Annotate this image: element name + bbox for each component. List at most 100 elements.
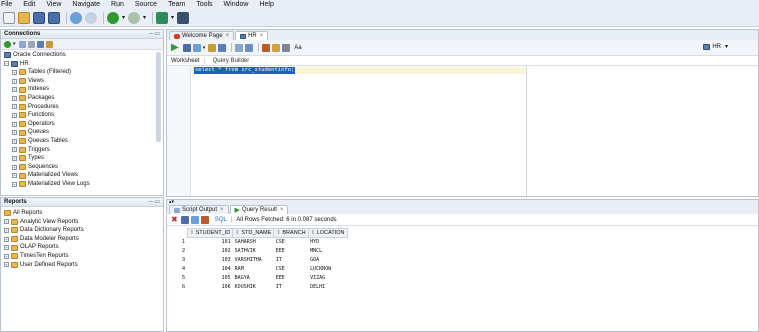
forward-icon[interactable] (128, 11, 141, 24)
menu-team[interactable]: Team (168, 1, 185, 8)
expand-icon[interactable]: + (12, 164, 17, 170)
sql-text[interactable]: select * from src_studentinfo; (194, 67, 296, 74)
save-icon[interactable] (33, 11, 45, 24)
cell-std-name[interactable]: SAHARSH (233, 238, 274, 247)
tree-item-analytic-view-reports[interactable]: + Analytic View Reports (4, 218, 163, 227)
expand-icon[interactable]: + (12, 121, 17, 127)
tree-item-materialized-views[interactable]: + Materialized Views (4, 171, 163, 180)
format-icon[interactable] (272, 43, 281, 52)
panel-minimize-icon[interactable]: – ▭ (149, 198, 160, 207)
cell-location[interactable]: HYD (308, 238, 347, 247)
tab-welcome-page[interactable]: Welcome Page × (169, 31, 235, 40)
cell-std-name[interactable]: RAM (233, 265, 274, 274)
menu-view[interactable]: View (46, 1, 61, 8)
menu-edit[interactable]: Edit (23, 1, 35, 8)
open-folder-icon[interactable] (18, 11, 30, 24)
expand-icon[interactable]: + (12, 95, 17, 101)
table-row[interactable]: 5 105 BAGYA EEE VIZAG (175, 274, 347, 283)
pin-icon[interactable]: ✖ (171, 215, 178, 224)
cell-student-id[interactable]: 102 (187, 247, 233, 256)
cell-branch[interactable]: IT (274, 256, 308, 265)
sql-tuning-icon[interactable] (245, 43, 254, 52)
expand-icon[interactable]: + (4, 245, 9, 251)
expand-icon[interactable]: + (4, 262, 9, 268)
cell-branch[interactable]: IT (274, 283, 308, 292)
tree-item-timesten-reports[interactable]: + TimesTen Reports (4, 252, 163, 261)
cell-student-id[interactable]: 103 (187, 256, 233, 265)
expand-icon[interactable]: + (12, 112, 17, 118)
sql-worksheet-icon[interactable] (156, 11, 169, 24)
table-row[interactable]: 3 103 VARSHITHA IT GOA (175, 256, 347, 265)
tree-item-queues-tables[interactable]: + Queues Tables (4, 137, 163, 146)
explain-plan-icon[interactable] (218, 43, 227, 52)
expand-icon[interactable]: + (4, 253, 9, 259)
tree-item-oracle-connections[interactable]: Oracle Connections (4, 51, 163, 60)
run-statement-icon[interactable]: ▶ (171, 42, 179, 53)
cell-location[interactable]: MNCL (308, 247, 347, 256)
table-row[interactable]: 4 104 RAM CSE LUCKNOW (175, 265, 347, 274)
expand-icon[interactable]: + (4, 236, 9, 242)
expand-icon[interactable]: + (12, 138, 17, 144)
tab-hr[interactable]: HR × (235, 31, 269, 40)
expand-icon[interactable]: + (12, 69, 17, 75)
save-all-icon[interactable] (48, 11, 60, 24)
connections-scrollbar[interactable] (156, 52, 161, 142)
cell-location[interactable]: LUCKNOW (308, 265, 347, 274)
tree-item-views[interactable]: + Views (4, 77, 163, 86)
cell-location[interactable]: VIZAG (308, 274, 347, 283)
add-connection-dropdown-icon[interactable]: ▾ (13, 41, 16, 47)
expand-icon[interactable]: + (4, 227, 9, 233)
run-script-icon[interactable] (182, 43, 191, 52)
col-header-location[interactable]: ⇕ LOCATION (307, 228, 348, 238)
cell-branch[interactable]: CSE (274, 265, 308, 274)
undo-icon[interactable] (70, 11, 82, 24)
menu-source[interactable]: Source (135, 1, 157, 8)
tree-item-packages[interactable]: + Packages (4, 94, 163, 103)
back-icon[interactable] (107, 11, 119, 24)
cell-student-id[interactable]: 106 (187, 283, 233, 292)
refresh-icon[interactable] (190, 215, 199, 224)
sql-editor[interactable]: select * from src_studentinfo; (167, 66, 758, 196)
close-icon[interactable]: × (260, 33, 264, 39)
tree-item-olap-reports[interactable]: + OLAP Reports (4, 243, 163, 252)
cell-location[interactable]: GOA (308, 256, 347, 265)
tree-item-data-dictionary-reports[interactable]: + Data Dictionary Reports (4, 226, 163, 235)
menu-window[interactable]: Window (224, 1, 249, 8)
dropdown-icon[interactable]: ▾ (203, 45, 206, 51)
close-icon[interactable]: × (280, 207, 284, 213)
col-header-branch[interactable]: ⇕ BRANCH (273, 228, 309, 238)
tree-item-all-reports[interactable]: All Reports (4, 209, 163, 218)
panel-minimize-icon[interactable]: – ▭ (149, 30, 160, 39)
cell-branch[interactable]: EEE (274, 274, 308, 283)
add-connection-icon[interactable] (4, 40, 11, 48)
refresh-icon[interactable] (18, 40, 26, 48)
expand-icon[interactable]: + (12, 147, 17, 153)
table-row[interactable]: 1 101 SAHARSH CSE HYD (175, 238, 347, 247)
tree-item-types[interactable]: + Types (4, 154, 163, 163)
tree-item-data-modeler-reports[interactable]: + Data Modeler Reports (4, 235, 163, 244)
expand-icon[interactable]: + (4, 219, 9, 225)
cell-student-id[interactable]: 104 (187, 265, 233, 274)
cell-location[interactable]: DELHI (308, 283, 347, 292)
menu-navigate[interactable]: Navigate (72, 1, 100, 8)
expand-icon[interactable]: + (12, 87, 17, 93)
freeze-icon[interactable] (200, 215, 209, 224)
menu-tools[interactable]: Tools (196, 1, 212, 8)
cell-student-id[interactable]: 105 (187, 274, 233, 283)
sql-link[interactable]: SQL (215, 217, 227, 223)
tab-script-output[interactable]: Script Output × (169, 205, 229, 214)
menu-help[interactable]: Help (259, 1, 273, 8)
import-icon[interactable] (45, 40, 53, 48)
schema-browser-icon[interactable] (36, 40, 44, 48)
autotrace-icon[interactable] (235, 43, 244, 52)
cell-branch[interactable]: CSE (274, 238, 308, 247)
expand-icon[interactable]: + (12, 78, 17, 84)
sql-worksheet-dropdown-icon[interactable]: ▾ (171, 14, 174, 21)
cell-branch[interactable]: EEE (274, 247, 308, 256)
cell-student-id[interactable]: 101 (187, 238, 233, 247)
tree-item-tables[interactable]: + Tables (Filtered) (4, 68, 163, 77)
commit-icon[interactable] (192, 43, 201, 52)
history-icon[interactable] (282, 43, 291, 52)
tab-query-result[interactable]: ▶ Query Result × (229, 205, 289, 214)
result-grid[interactable]: ⇕ STUDENT_ID ⇕ STD_NAME ⇕ BRANCH ⇕ LOCAT… (175, 228, 348, 292)
